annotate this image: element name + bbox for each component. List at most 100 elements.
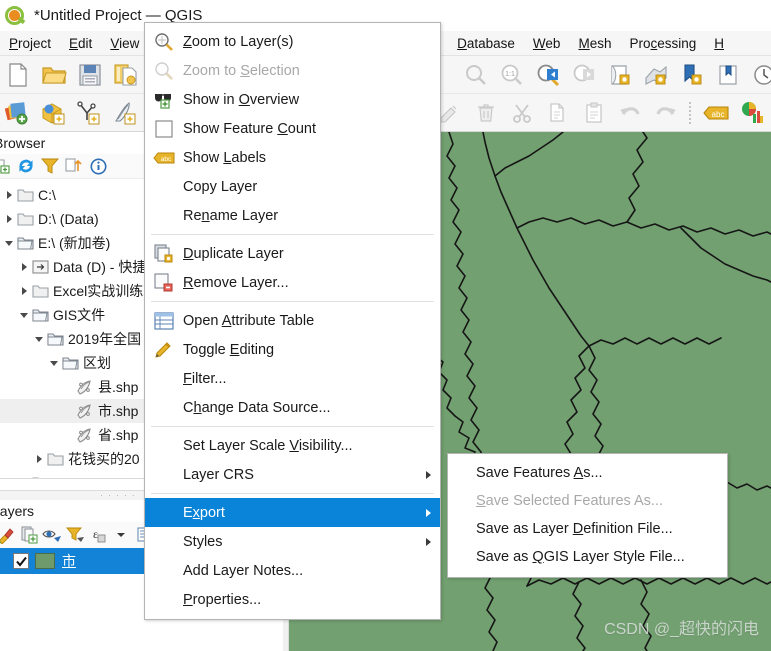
collapse-all-icon[interactable] bbox=[62, 155, 86, 177]
export-submenu[interactable]: Save Features As... Save Selected Feature… bbox=[447, 453, 728, 578]
menu-web[interactable]: Web bbox=[524, 33, 570, 54]
add-mesh-layer-icon[interactable] bbox=[75, 98, 105, 128]
add-group-icon[interactable] bbox=[17, 524, 40, 546]
menu-edit[interactable]: Edit bbox=[60, 33, 101, 54]
menu-view[interactable]: View bbox=[101, 33, 148, 54]
temporal-controller-icon[interactable] bbox=[749, 60, 771, 90]
submenu-arrow-icon bbox=[426, 470, 431, 479]
browser-tree-item[interactable]: C:\ bbox=[0, 183, 144, 207]
browser-tree[interactable]: C:\ D:\ (Data) E:\ (新加卷) Data (D) - 快捷 Excel… bbox=[0, 179, 144, 483]
layer-visibility-checkbox[interactable] bbox=[13, 553, 29, 569]
filter-legend-icon[interactable] bbox=[63, 524, 86, 546]
menu-mesh[interactable]: Mesh bbox=[569, 33, 620, 54]
cut-features-icon[interactable] bbox=[507, 98, 537, 128]
menu-processing[interactable]: Processing bbox=[620, 33, 705, 54]
zoom-last-icon[interactable] bbox=[533, 60, 563, 90]
zoom-full-icon[interactable] bbox=[461, 60, 491, 90]
chevron-down-icon[interactable] bbox=[17, 308, 31, 322]
delete-selected-icon[interactable] bbox=[471, 98, 501, 128]
chevron-right-icon[interactable] bbox=[17, 284, 31, 298]
label-toolbar-icon[interactable]: abc bbox=[701, 98, 731, 128]
chevron-right-icon[interactable] bbox=[32, 452, 46, 466]
add-selected-layers-icon[interactable] bbox=[0, 155, 14, 177]
enable-properties-widget-icon[interactable] bbox=[86, 155, 110, 177]
chevron-down-icon[interactable] bbox=[2, 236, 16, 250]
new-bookmark-icon[interactable] bbox=[677, 60, 707, 90]
menu-item-copy-layer[interactable]: Copy Layer bbox=[145, 172, 440, 201]
menu-item-show-feature-count[interactable]: Show Feature Count bbox=[145, 114, 440, 143]
browser-tree-item-label: D:\ (Data) bbox=[38, 211, 99, 227]
menu-item-show-labels[interactable]: abc Show Labels bbox=[145, 143, 440, 172]
chevron-down-icon[interactable] bbox=[32, 332, 46, 346]
add-vector-layer-icon[interactable] bbox=[3, 98, 33, 128]
browser-tree-item[interactable]: GIS文件 bbox=[0, 303, 144, 327]
menu-database[interactable]: Database bbox=[448, 33, 524, 54]
submenu-item-save-features-as[interactable]: Save Features As... bbox=[448, 459, 727, 487]
browser-tree-item[interactable]: 2019年全国 bbox=[0, 327, 144, 351]
chevron-right-icon[interactable] bbox=[2, 212, 16, 226]
menu-item-properties[interactable]: Properties... bbox=[145, 585, 440, 614]
redo-icon[interactable] bbox=[651, 98, 681, 128]
browser-tree-item[interactable]: D:\ (Data) bbox=[0, 207, 144, 231]
menu-item-label: Zoom to Selection bbox=[183, 62, 300, 79]
menu-item-rename-layer[interactable]: Rename Layer bbox=[145, 201, 440, 230]
style-manager-icon[interactable] bbox=[737, 98, 767, 128]
chevron-down-icon[interactable] bbox=[47, 356, 61, 370]
browser-tree-item[interactable]: 区划 bbox=[0, 351, 144, 375]
svg-text:abc: abc bbox=[712, 110, 725, 119]
add-raster-layer-icon[interactable] bbox=[39, 98, 69, 128]
submenu-item-save-as-qgis-layer-style-file[interactable]: Save as QGIS Layer Style File... bbox=[448, 543, 727, 571]
menu-project[interactable]: Project bbox=[0, 33, 60, 54]
layer-tree-row-shi[interactable]: 市 bbox=[0, 548, 144, 574]
submenu-item-save-as-layer-definition-file[interactable]: Save as Layer Definition File... bbox=[448, 515, 727, 543]
browser-tree-item[interactable]: 市.shp bbox=[0, 399, 144, 423]
zoom-native-icon[interactable]: 1:1 bbox=[497, 60, 527, 90]
refresh-layer-icon[interactable] bbox=[605, 60, 635, 90]
layer-context-menu[interactable]: Zoom to Layer(s) Zoom to Selection Show in… bbox=[144, 22, 441, 620]
browser-tree-item[interactable]: Data (D) - 快捷 bbox=[0, 255, 144, 279]
undo-icon[interactable] bbox=[615, 98, 645, 128]
browser-tree-item[interactable]: 县.shp bbox=[0, 375, 144, 399]
show-bookmarks-icon[interactable] bbox=[713, 60, 743, 90]
panel-splitter[interactable]: · · · · · bbox=[0, 490, 144, 500]
menu-item-open-attribute-table[interactable]: Open Attribute Table bbox=[145, 306, 440, 335]
chevron-right-icon[interactable] bbox=[17, 260, 31, 274]
new-project-icon[interactable] bbox=[3, 60, 33, 90]
zoom-next-icon[interactable] bbox=[569, 60, 599, 90]
map-tips-icon[interactable] bbox=[641, 60, 671, 90]
copy-features-icon[interactable] bbox=[543, 98, 573, 128]
browser-tree-item[interactable]: 花钱买的20 bbox=[0, 447, 144, 471]
expand-all-icon[interactable] bbox=[109, 524, 132, 546]
menu-item-set-layer-scale-visibility[interactable]: Set Layer Scale Visibility... bbox=[145, 431, 440, 460]
menu-item-layer-crs[interactable]: Layer CRS bbox=[145, 460, 440, 489]
remove-layer-icon[interactable] bbox=[132, 524, 144, 546]
chevron-right-icon[interactable] bbox=[2, 188, 16, 202]
menu-item-filter[interactable]: Filter... bbox=[145, 364, 440, 393]
menu-item-change-data-source[interactable]: Change Data Source... bbox=[145, 393, 440, 422]
manage-visibility-icon[interactable] bbox=[40, 524, 63, 546]
menu-item-show-in-overview[interactable]: Show in Overview bbox=[145, 85, 440, 114]
open-layer-styling-icon[interactable] bbox=[0, 524, 17, 546]
menu-item-zoom-to-layer-s[interactable]: Zoom to Layer(s) bbox=[145, 27, 440, 56]
browser-tree-item[interactable]: Excel实战训练 bbox=[0, 279, 144, 303]
menu-item-styles[interactable]: Styles bbox=[145, 527, 440, 556]
menu-item-duplicate-layer[interactable]: Duplicate Layer bbox=[145, 239, 440, 268]
save-project-as-icon[interactable] bbox=[111, 60, 141, 90]
save-project-icon[interactable] bbox=[75, 60, 105, 90]
browser-tree-item-label: GIS文件 bbox=[53, 307, 106, 323]
open-project-icon[interactable] bbox=[39, 60, 69, 90]
menu-item-remove-layer[interactable]: Remove Layer... bbox=[145, 268, 440, 297]
menu-item-toggle-editing[interactable]: Toggle Editing bbox=[145, 335, 440, 364]
add-delimited-text-icon[interactable] bbox=[111, 98, 141, 128]
menu-help[interactable]: H bbox=[705, 33, 733, 54]
menu-item-add-layer-notes[interactable]: Add Layer Notes... bbox=[145, 556, 440, 585]
browser-tree-item[interactable]: 省.shp bbox=[0, 423, 144, 447]
folder-icon bbox=[46, 451, 64, 467]
menu-item-export[interactable]: Export bbox=[145, 498, 440, 527]
paste-features-icon[interactable] bbox=[579, 98, 609, 128]
browser-tree-item[interactable]: E:\ (新加卷) bbox=[0, 231, 144, 255]
refresh-icon[interactable] bbox=[14, 155, 38, 177]
expression-filter-icon[interactable]: ε bbox=[86, 524, 109, 546]
browser-toolbar bbox=[0, 154, 144, 179]
filter-browser-icon[interactable] bbox=[38, 155, 62, 177]
